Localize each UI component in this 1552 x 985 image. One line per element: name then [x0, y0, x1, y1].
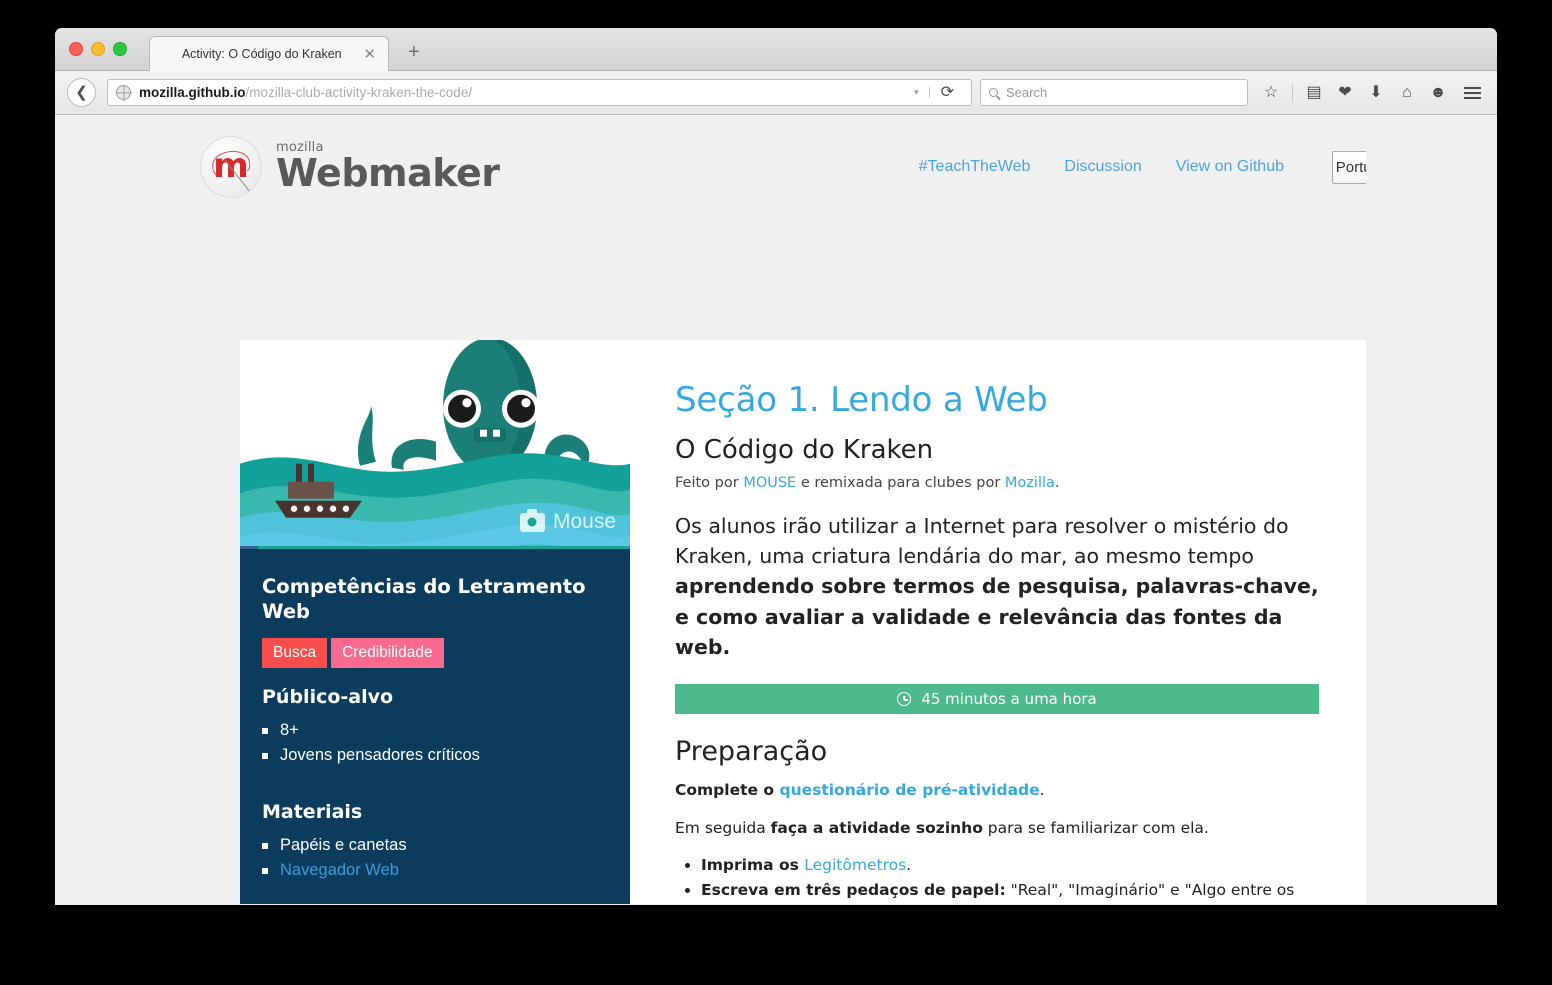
- duration-label: 45 minutos a uma hora: [921, 690, 1097, 709]
- competency-tag-list: Busca Credibilidade: [262, 637, 608, 668]
- prep-bold-2: faça a atividade sozinho: [770, 818, 983, 837]
- link-mouse[interactable]: MOUSE: [743, 475, 796, 491]
- navigation-toolbar: ❮ mozilla.github.io/mozilla-club-activit…: [55, 71, 1497, 115]
- audience-list: 8+ Jovens pensadores críticos: [262, 718, 608, 769]
- list-item: Imprima os Legitômetros.: [701, 854, 1319, 877]
- m-glyph: m: [213, 145, 249, 186]
- hamburger-menu-icon[interactable]: [1459, 80, 1485, 106]
- preparation-list: Imprima os Legitômetros. Escreva em três…: [701, 854, 1319, 904]
- page-title: Seção 1. Lendo a Web: [675, 380, 1048, 420]
- list-item: Jovens pensadores críticos: [262, 743, 608, 769]
- downloads-icon[interactable]: ⬇: [1363, 80, 1389, 106]
- clock-icon: [897, 692, 912, 707]
- nav-link-teachtheweb[interactable]: #TeachTheWeb: [919, 158, 1031, 176]
- list-item: Escreva em três pedaços de papel: "Real"…: [701, 879, 1319, 904]
- content-card: Mouse Competências do Letramento Web Bus…: [240, 340, 1366, 904]
- prep-suffix-2: para se familiarizar com ela.: [982, 818, 1209, 837]
- photo-credit-label: Mouse: [552, 510, 616, 534]
- url-host: mozilla.github.io: [139, 85, 246, 100]
- prep-bold-1: Complete o: [675, 781, 780, 800]
- sync-smiley-icon[interactable]: ☻: [1425, 80, 1451, 106]
- activity-article: Seção 1. Lendo a Web O Código do Kraken …: [630, 340, 1366, 904]
- browser-tab[interactable]: Activity: O Código do Kraken ✕: [149, 36, 389, 71]
- hero-illustration: Mouse: [240, 340, 630, 547]
- link-navegador-web[interactable]: Navegador Web: [280, 861, 399, 879]
- mozilla-m-icon: m: [200, 136, 262, 198]
- browser-tab-title: Activity: O Código do Kraken: [181, 47, 342, 61]
- new-tab-icon[interactable]: +: [408, 42, 420, 62]
- globe-icon: [116, 85, 131, 100]
- page-viewport: m mozilla Webmaker #TeachTheWeb Discussi…: [55, 115, 1497, 904]
- site-navigation: #TeachTheWeb Discussion View on Github P…: [919, 150, 1436, 184]
- page-right-gutter: [1366, 115, 1497, 904]
- prep-item-rest: .: [906, 855, 912, 874]
- prep-suffix-1: .: [1039, 781, 1045, 800]
- window-minimize-button[interactable]: [91, 42, 105, 56]
- summary-bold: aprendendo sobre termos de pesquisa, pal…: [675, 574, 1319, 660]
- photo-credit: Mouse: [519, 508, 616, 534]
- window-close-button[interactable]: [69, 42, 83, 56]
- site-header: m mozilla Webmaker #TeachTheWeb Discussi…: [55, 115, 1497, 219]
- summary-normal: Os alunos irão utilizar a Internet para …: [675, 513, 1289, 569]
- bookmark-star-icon[interactable]: ☆: [1258, 80, 1284, 106]
- list-item: Navegador Web: [262, 858, 608, 884]
- preparation-title: Preparação: [675, 736, 828, 768]
- tab-strip: Activity: O Código do Kraken ✕ +: [55, 28, 1497, 71]
- window-controls: [69, 42, 127, 56]
- pocket-icon[interactable]: ❤: [1332, 80, 1358, 106]
- byline: Feito por MOUSE e remixada para clubes p…: [675, 475, 1319, 491]
- activity-title: O Código do Kraken: [675, 434, 934, 465]
- duration-banner: 45 minutos a uma hora: [675, 684, 1319, 715]
- preparation-line-1: Complete o questionário de pré-atividade…: [675, 779, 1319, 802]
- hero-progress-bar: [240, 546, 630, 550]
- toolbar-divider: [1292, 83, 1293, 102]
- brand-text: mozilla Webmaker: [276, 141, 500, 194]
- prep-prefix-2: Em seguida: [675, 818, 771, 837]
- materials-title: Materiais: [262, 800, 363, 823]
- left-column: Mouse Competências do Letramento Web Bus…: [240, 340, 630, 904]
- competencies-title: Competências do Letramento Web: [262, 575, 586, 623]
- list-item: 8+: [262, 718, 608, 744]
- hero-progress-fill: [240, 546, 258, 550]
- toolbar-icon-group: ☆ ▤ ❤ ⬇ ⌂ ☻: [1258, 80, 1451, 106]
- audience-title: Público-alvo: [262, 685, 394, 708]
- window-maximize-button[interactable]: [113, 42, 127, 56]
- chevron-down-icon[interactable]: ▾: [910, 87, 930, 98]
- home-icon[interactable]: ⌂: [1394, 80, 1420, 106]
- brand-webmaker-label: Webmaker: [276, 150, 500, 195]
- back-arrow-icon[interactable]: ❮: [67, 78, 96, 107]
- link-mozilla[interactable]: Mozilla: [1005, 475, 1055, 491]
- materials-list: Papéis e canetas Navegador Web: [262, 833, 608, 884]
- url-text: mozilla.github.io/mozilla-club-activity-…: [139, 85, 472, 100]
- preparation-line-2: Em seguida faça a atividade sozinho para…: [675, 817, 1319, 840]
- byline-prefix: Feito por: [675, 474, 744, 491]
- prep-item-bold: Escreva em três pedaços de papel:: [701, 881, 1006, 900]
- url-path: /mozilla-club-activity-kraken-the-code/: [245, 85, 473, 100]
- close-icon[interactable]: ✕: [359, 47, 380, 62]
- nav-link-discussion[interactable]: Discussion: [1064, 158, 1141, 176]
- nav-link-view-on-github[interactable]: View on Github: [1176, 158, 1284, 176]
- reader-list-icon[interactable]: ▤: [1301, 80, 1327, 106]
- link-questionario[interactable]: questionário de pré-atividade: [779, 781, 1039, 799]
- link-legitometros[interactable]: Legitômetros: [804, 856, 906, 874]
- prep-item-bold: Imprima os: [701, 855, 805, 874]
- tag-busca[interactable]: Busca: [262, 637, 328, 668]
- byline-middle: e remixada para clubes por: [796, 474, 1005, 491]
- tag-credibilidade[interactable]: Credibilidade: [331, 637, 444, 668]
- camera-icon: [519, 508, 545, 532]
- search-icon: [989, 88, 998, 97]
- browser-window: Activity: O Código do Kraken ✕ + ❮ mozil…: [55, 28, 1497, 905]
- reload-icon[interactable]: ⟳: [930, 84, 965, 101]
- webmaker-logo[interactable]: m mozilla Webmaker: [200, 136, 500, 198]
- activity-summary: Os alunos irão utilizar a Internet para …: [675, 511, 1319, 663]
- list-item: Papéis e canetas: [262, 833, 608, 859]
- url-bar[interactable]: mozilla.github.io/mozilla-club-activity-…: [107, 79, 972, 106]
- activity-sidebar: Competências do Letramento Web Busca Cre…: [240, 549, 630, 904]
- search-box[interactable]: [980, 79, 1248, 106]
- search-input[interactable]: [1006, 85, 1239, 100]
- byline-suffix: .: [1054, 474, 1060, 491]
